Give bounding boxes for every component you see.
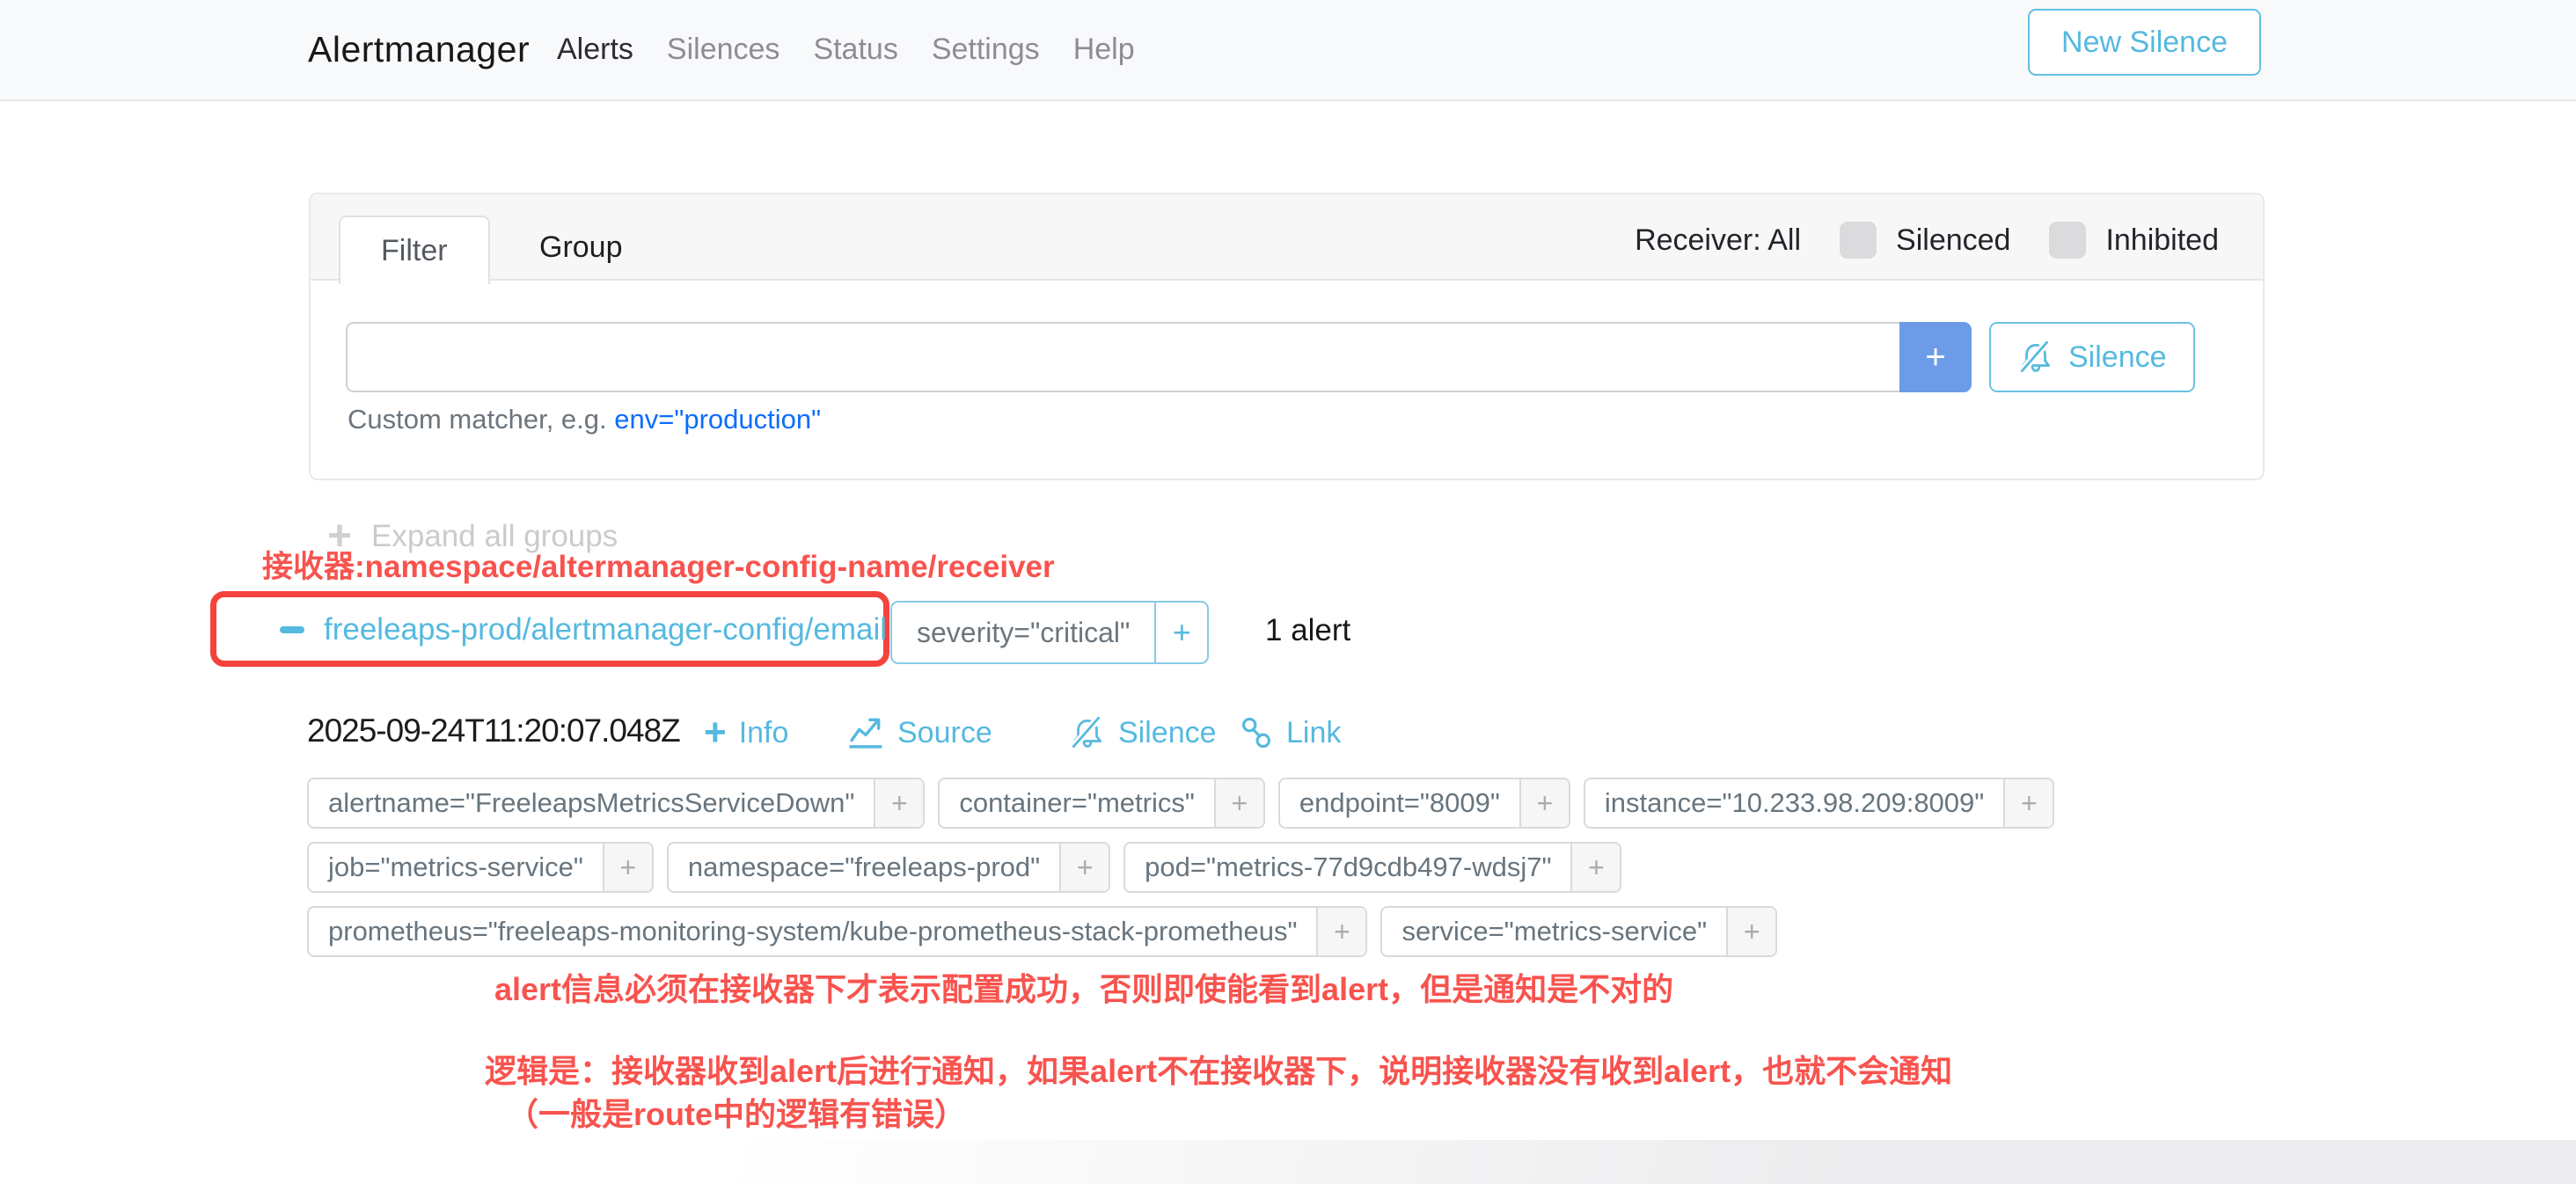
- header-controls: Receiver: All Silenced Inhibited: [1635, 219, 2219, 261]
- label-chip: instance="10.233.98.209:8009" +: [1584, 778, 2054, 829]
- label-chip-text[interactable]: alertname="FreeleapsMetricsServiceDown": [309, 779, 874, 827]
- source-link[interactable]: Source: [846, 711, 992, 755]
- silence-link-label: Silence: [1118, 716, 1217, 750]
- label-chip-add-button[interactable]: +: [603, 844, 652, 891]
- nav-item-silences[interactable]: Silences: [667, 33, 780, 67]
- group-matcher: severity="critical" +: [890, 601, 1209, 664]
- silence-button[interactable]: Silence: [1989, 322, 2195, 392]
- label-chip-text[interactable]: endpoint="8009": [1280, 779, 1519, 827]
- label-chip: namespace="freeleaps-prod" +: [667, 842, 1110, 893]
- add-matcher-button[interactable]: +: [1899, 322, 1972, 392]
- label-chip-text[interactable]: service="metrics-service": [1382, 908, 1726, 955]
- group-matcher-label[interactable]: severity="critical": [892, 603, 1154, 662]
- label-chip-add-button[interactable]: +: [1214, 779, 1263, 827]
- label-chip: service="metrics-service" +: [1380, 906, 1777, 957]
- filter-card-header: Filter Group Receiver: All Silenced Inhi…: [311, 194, 2263, 281]
- inhibited-label: Inhibited: [2105, 223, 2219, 258]
- inhibited-checkbox-wrap: Inhibited: [2049, 222, 2219, 259]
- silence-button-label: Silence: [2068, 340, 2167, 375]
- bell-slash-icon: [1069, 714, 1106, 751]
- annotation-note-3: （一般是route中的逻辑有错误）: [507, 1089, 966, 1135]
- silenced-label: Silenced: [1896, 223, 2010, 258]
- label-chip: endpoint="8009" +: [1278, 778, 1570, 829]
- label-chip-add-button[interactable]: +: [2003, 779, 2053, 827]
- annotation-note-1: alert信息必须在接收器下才表示配置成功，否则即使能看到alert，但是通知是…: [494, 964, 1673, 1010]
- new-silence-button[interactable]: New Silence: [2028, 9, 2261, 76]
- source-label: Source: [897, 716, 992, 750]
- inhibited-checkbox[interactable]: [2049, 222, 2086, 259]
- label-chip: container="metrics" +: [938, 778, 1265, 829]
- plus-icon: +: [704, 713, 727, 752]
- label-chip: job="metrics-service" +: [307, 842, 654, 893]
- nav-item-alerts[interactable]: Alerts: [557, 33, 633, 67]
- helper-prefix: Custom matcher, e.g.: [348, 404, 607, 435]
- silenced-checkbox[interactable]: [1840, 222, 1877, 259]
- label-chip-add-button[interactable]: +: [874, 779, 923, 827]
- label-chip-add-button[interactable]: +: [1316, 908, 1365, 955]
- label-chip: alertname="FreeleapsMetricsServiceDown" …: [307, 778, 925, 829]
- chip-row: alertname="FreeleapsMetricsServiceDown" …: [307, 778, 2260, 829]
- label-chip-text[interactable]: container="metrics": [940, 779, 1214, 827]
- annotation-receiver-text: 接收器:namespace/altermanager-config-name/r…: [262, 542, 1055, 587]
- matcher-input[interactable]: [346, 322, 1899, 392]
- annotation-note-2: 逻辑是：接收器收到alert后进行通知，如果alert不在接收器下，说明接收器没…: [485, 1046, 1952, 1092]
- label-chip-text[interactable]: pod="metrics-77d9cdb497-wdsj7": [1125, 844, 1570, 891]
- collapse-minus-icon: [280, 626, 304, 633]
- navbar: Alertmanager Alerts Silences Status Sett…: [0, 0, 2576, 101]
- alert-count: 1 alert: [1265, 613, 1350, 648]
- group-matcher-add-button[interactable]: +: [1154, 603, 1207, 662]
- link-icon: [1239, 715, 1274, 750]
- info-link[interactable]: + Info: [704, 711, 788, 755]
- matcher-input-group: + Silence: [346, 322, 2195, 392]
- tab-filter[interactable]: Filter: [339, 216, 490, 284]
- label-chip-add-button[interactable]: +: [1726, 908, 1775, 955]
- nav-item-help[interactable]: Help: [1073, 33, 1135, 67]
- alert-timestamp: 2025-09-24T11:20:07.048Z: [307, 713, 680, 749]
- filter-card: Filter Group Receiver: All Silenced Inhi…: [309, 193, 2265, 480]
- nav-item-settings[interactable]: Settings: [932, 33, 1040, 67]
- app-brand: Alertmanager: [308, 29, 530, 70]
- label-chip-text[interactable]: job="metrics-service": [309, 844, 603, 891]
- label-chip: prometheus="freeleaps-monitoring-system/…: [307, 906, 1367, 957]
- info-label: Info: [739, 716, 789, 750]
- matcher-helper-text: Custom matcher, e.g. env="production": [348, 404, 821, 435]
- nav-links: Alerts Silences Status Settings Help: [557, 33, 1135, 67]
- receiver-filter-toggle[interactable]: Receiver: All: [1635, 223, 1801, 258]
- bottom-edge-shade: [0, 1140, 2576, 1184]
- matcher-example-link[interactable]: env="production": [614, 404, 821, 435]
- label-chip: pod="metrics-77d9cdb497-wdsj7" +: [1123, 842, 1621, 893]
- silence-alert-link[interactable]: Silence: [1069, 711, 1217, 755]
- label-chip-add-button[interactable]: +: [1519, 779, 1569, 827]
- alert-labels: alertname="FreeleapsMetricsServiceDown" …: [307, 778, 2260, 957]
- nav-item-status[interactable]: Status: [813, 33, 897, 67]
- receiver-group-link[interactable]: freeleaps-prod/alertmanager-config/email: [280, 596, 887, 663]
- alertmanager-page: Alertmanager Alerts Silences Status Sett…: [0, 0, 2576, 1184]
- chip-row: prometheus="freeleaps-monitoring-system/…: [307, 906, 2260, 957]
- label-chip-add-button[interactable]: +: [1059, 844, 1109, 891]
- label-chip-text[interactable]: namespace="freeleaps-prod": [669, 844, 1059, 891]
- silenced-checkbox-wrap: Silenced: [1840, 222, 2010, 259]
- chart-icon: [846, 713, 885, 752]
- link-label: Link: [1286, 716, 1341, 750]
- tab-group[interactable]: Group: [504, 216, 658, 279]
- bell-slash-icon: [2017, 339, 2054, 376]
- label-chip-add-button[interactable]: +: [1570, 844, 1620, 891]
- chip-row: job="metrics-service" + namespace="freel…: [307, 842, 2260, 893]
- label-chip-text[interactable]: instance="10.233.98.209:8009": [1585, 779, 2003, 827]
- generator-link[interactable]: Link: [1239, 711, 1341, 755]
- label-chip-text[interactable]: prometheus="freeleaps-monitoring-system/…: [309, 908, 1316, 955]
- receiver-group-label: freeleaps-prod/alertmanager-config/email: [324, 612, 887, 647]
